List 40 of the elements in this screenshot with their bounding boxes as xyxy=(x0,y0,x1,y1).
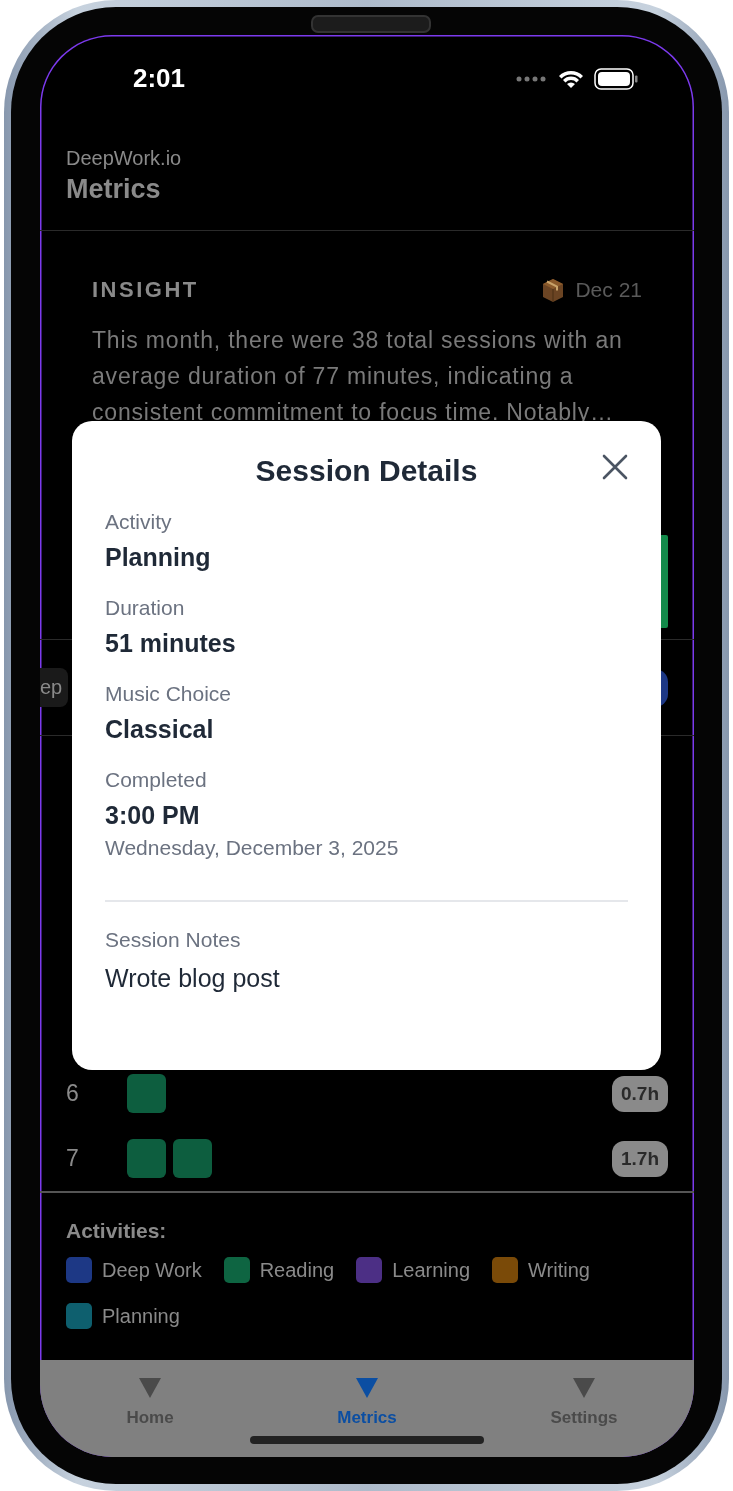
field-label: Duration xyxy=(105,596,186,620)
battery-icon xyxy=(594,68,638,90)
triangle-icon xyxy=(356,1378,378,1398)
field-label: Completed xyxy=(105,768,208,792)
legend-label: Reading xyxy=(259,1258,335,1282)
signal-icon xyxy=(516,76,548,82)
modal-title: Session Details xyxy=(254,454,479,488)
session-block[interactable] xyxy=(127,1074,166,1113)
session-block[interactable] xyxy=(127,1139,166,1178)
field-value: 51 minutes xyxy=(105,629,237,658)
insight-text: This month, there were 38 total sessions with an average duration of 77 minutes, indicating a consistent commitment to focus time. Notably… xyxy=(92,326,624,427)
hours-badge: 1.7h xyxy=(611,1140,668,1177)
legend-label: Deep Work xyxy=(102,1258,202,1282)
field-value: Planning xyxy=(105,543,212,572)
insight-date: Dec 21 xyxy=(575,278,642,302)
status-time: 2:01 xyxy=(133,62,186,94)
wifi-icon xyxy=(558,69,584,89)
field-label: Activity xyxy=(105,510,173,534)
field-detail: Wednesday, December 3, 2025 xyxy=(105,836,400,860)
hours-badge: 0.7h xyxy=(611,1075,668,1112)
triangle-icon xyxy=(139,1378,161,1398)
field-label: Music Choice xyxy=(105,682,233,706)
legend-title: Activities: xyxy=(66,1219,168,1243)
day-number: 6 xyxy=(66,1080,80,1107)
field-value: Classical xyxy=(105,715,215,744)
tab[interactable]: Metrics xyxy=(297,1360,437,1457)
legend-label: Learning xyxy=(392,1258,471,1282)
field-value: 3:00 PM xyxy=(105,801,201,830)
close-icon xyxy=(601,453,629,481)
page-title: Metrics xyxy=(66,174,162,205)
notes-text: Wrote blog post xyxy=(105,964,281,993)
legend-label: Writing xyxy=(528,1258,590,1282)
legend-label: Planning xyxy=(102,1304,180,1328)
app-name: DeepWork.io xyxy=(66,147,183,170)
day-number: 7 xyxy=(66,1145,80,1172)
notes-label: Session Notes xyxy=(105,928,242,952)
triangle-icon xyxy=(573,1378,595,1398)
insight-label: INSIGHT xyxy=(92,277,199,303)
session-block[interactable] xyxy=(173,1139,212,1178)
filter-chip[interactable]: ep xyxy=(40,668,69,707)
